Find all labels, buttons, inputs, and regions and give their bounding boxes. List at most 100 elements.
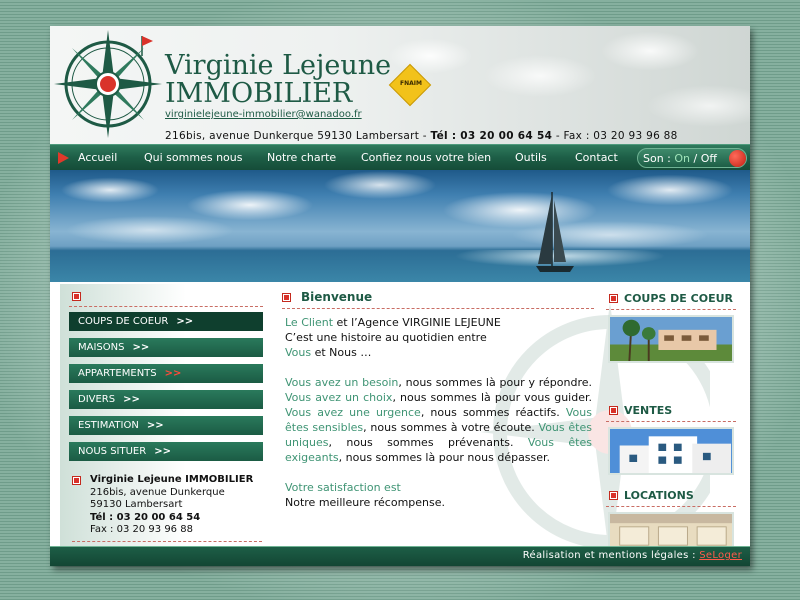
- welcome-text: Le Client et l’Agence VIRGINIE LEJEUNE C…: [285, 315, 592, 510]
- welcome-line-2: C’est une histoire au quotidien entre: [285, 331, 487, 344]
- divider: [69, 306, 263, 307]
- sound-label-text: Son :: [643, 152, 675, 165]
- text-plain: , nous sommes là pour nous dépasser.: [338, 451, 551, 464]
- bullet-icon: [609, 294, 618, 303]
- menu-nous-situer[interactable]: NOUS SITUER >>: [69, 442, 263, 461]
- divider: [606, 309, 736, 310]
- menu-label: ESTIMATION: [78, 420, 139, 431]
- text-highlight: Le Client: [285, 316, 334, 329]
- header-address-line: 216bis, avenue Dunkerque 59130 Lambersar…: [165, 130, 678, 142]
- text-plain: et l’Agence VIRGINIE LEJEUNE: [333, 316, 501, 329]
- menu-coups-de-coeur[interactable]: COUPS DE COEUR >>: [69, 312, 263, 331]
- menu-divers[interactable]: DIVERS >>: [69, 390, 263, 409]
- header-fax: - Fax : 03 20 93 96 88: [552, 130, 678, 142]
- divider: [282, 308, 594, 309]
- ventes-thumbnail[interactable]: [608, 427, 734, 475]
- text-highlight: Vous avez un besoin: [285, 376, 399, 389]
- section-locations-title: LOCATIONS: [609, 489, 694, 502]
- double-chevron-icon: >>: [146, 420, 164, 431]
- header-address: 216bis, avenue Dunkerque 59130 Lambersar…: [165, 130, 431, 142]
- email-link[interactable]: virginielejeune-immobilier@wanadoo.fr: [165, 109, 362, 120]
- divider: [606, 506, 736, 507]
- bullet-icon: [282, 293, 291, 302]
- welcome-section: Bienvenue Le Client et l’Agence VIRGINIE…: [282, 288, 594, 558]
- double-chevron-icon: >>: [164, 368, 182, 379]
- main-nav: Accueil Qui sommes nous Notre charte Con…: [50, 144, 750, 170]
- text-highlight: Vous: [285, 346, 312, 359]
- sound-separator: /: [690, 152, 701, 165]
- text-plain: , nous sommes réactifs.: [420, 406, 566, 419]
- menu-label: NOUS SITUER: [78, 446, 147, 457]
- menu-label: COUPS DE COEUR: [78, 316, 169, 327]
- contact-address-1: 216bis, avenue Dunkerque: [90, 486, 225, 498]
- double-chevron-icon: >>: [132, 342, 150, 353]
- header-clouds: [390, 26, 750, 144]
- contact-block: Virginie Lejeune IMMOBILIER 216bis, aven…: [72, 474, 262, 537]
- menu-appartements[interactable]: APPARTEMENTS >>: [69, 364, 263, 383]
- sound-off-option[interactable]: Off: [701, 152, 717, 165]
- nav-item-contact[interactable]: Contact: [575, 151, 618, 164]
- bullet-icon: [609, 406, 618, 415]
- section-coups-de-coeur-title: COUPS DE COEUR: [609, 292, 733, 305]
- welcome-line-3: Vous et Nous …: [285, 345, 592, 360]
- sound-button-icon[interactable]: [729, 150, 746, 167]
- fnaim-badge-label: FNAIM: [400, 80, 422, 87]
- section-label: LOCATIONS: [624, 489, 694, 502]
- section-label: VENTES: [624, 404, 673, 417]
- sound-toggle-label: Son : On / Off: [643, 152, 717, 165]
- bullet-icon: [609, 491, 618, 500]
- contact-address-2: 59130 Lambersart: [90, 499, 183, 510]
- double-chevron-icon: >>: [123, 394, 140, 405]
- welcome-title: Bienvenue: [301, 290, 373, 304]
- contact-phone: Tél : 03 20 00 64 54: [90, 511, 201, 523]
- divider: [72, 541, 262, 542]
- menu-estimation[interactable]: ESTIMATION >>: [69, 416, 263, 435]
- welcome-closing-1: Votre satisfaction est: [285, 481, 401, 494]
- sailboat-icon: [536, 192, 574, 272]
- coups-de-coeur-thumbnail[interactable]: [608, 315, 734, 363]
- menu-maisons[interactable]: MAISONS >>: [69, 338, 263, 357]
- compass-rose-logo: [54, 30, 162, 138]
- welcome-line-1: Le Client et l’Agence VIRGINIE LEJEUNE: [285, 315, 592, 330]
- welcome-closing-2: Notre meilleure récompense.: [285, 496, 446, 509]
- nav-item-qui-sommes-nous[interactable]: Qui sommes nous: [144, 151, 242, 164]
- double-chevron-icon: >>: [176, 316, 194, 327]
- divider: [606, 421, 736, 422]
- nav-item-notre-charte[interactable]: Notre charte: [267, 151, 336, 164]
- section-ventes-title: VENTES: [609, 404, 672, 417]
- left-column: COUPS DE COEUR >> MAISONS >> APPARTEMENTS >…: [60, 284, 270, 564]
- bullet-icon: [72, 292, 81, 301]
- text-highlight: Vous avez un choix: [285, 391, 393, 404]
- nav-arrow-icon: [58, 152, 69, 164]
- footer: Réalisation et mentions légales : SeLoge…: [50, 546, 750, 566]
- text-plain: , nous sommes à votre écoute.: [363, 421, 539, 434]
- text-plain: et Nous …: [311, 346, 372, 359]
- nav-item-confiez-nous[interactable]: Confiez nous votre bien: [361, 151, 491, 164]
- banner-sailboat-image: [50, 170, 750, 282]
- nav-item-outils[interactable]: Outils: [515, 151, 547, 164]
- banner-clouds: [50, 170, 750, 250]
- nav-item-accueil[interactable]: Accueil: [78, 151, 117, 164]
- text-highlight: Vous avez une urgence: [285, 406, 421, 419]
- footer-label: Réalisation et mentions légales :: [522, 550, 700, 561]
- menu-label: DIVERS: [78, 394, 116, 405]
- text-plain: , nous sommes là pour y répondre.: [398, 376, 592, 389]
- contact-fax: Fax : 03 20 93 96 88: [90, 524, 193, 535]
- sound-toggle[interactable]: Son : On / Off: [637, 148, 747, 168]
- welcome-title-row: Bienvenue: [282, 290, 372, 304]
- contact-name: Virginie Lejeune IMMOBILIER: [90, 474, 254, 485]
- section-label: COUPS DE COEUR: [624, 292, 733, 305]
- menu-label: APPARTEMENTS: [78, 368, 157, 379]
- sound-on-option[interactable]: On: [674, 152, 690, 165]
- text-plain: , nous sommes prévenants.: [328, 436, 528, 449]
- menu-label: MAISONS: [78, 342, 125, 353]
- bullet-icon: [72, 476, 81, 485]
- text-plain: , nous sommes là pour vous guider.: [392, 391, 592, 404]
- header-phone: Tél : 03 20 00 64 54: [430, 130, 553, 142]
- footer-seloger-link[interactable]: SeLoger: [699, 550, 742, 561]
- header: Virginie Lejeune IMMOBILIER FNAIM virgin…: [50, 26, 750, 144]
- site-frame: Virginie Lejeune IMMOBILIER FNAIM virgin…: [50, 26, 750, 566]
- brand-name: Virginie Lejeune: [165, 50, 392, 81]
